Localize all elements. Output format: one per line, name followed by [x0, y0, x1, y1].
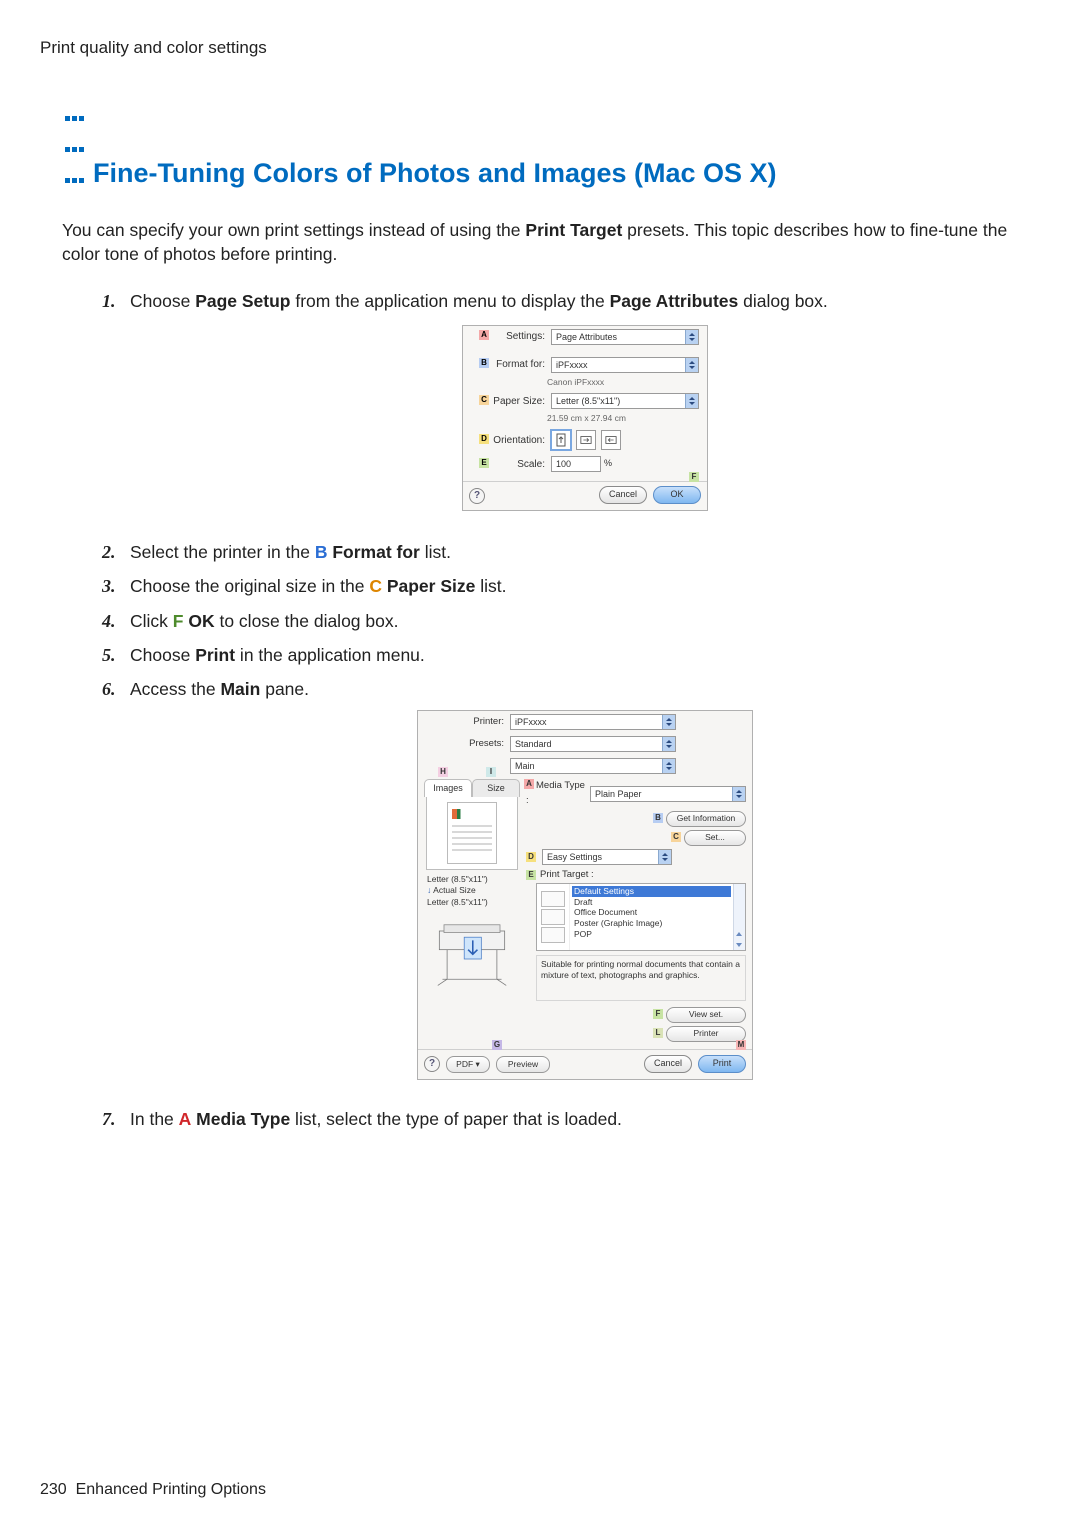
- set-button[interactable]: C Set...: [684, 830, 746, 846]
- target-item-office[interactable]: Office Document: [572, 907, 731, 918]
- letter-tag-a: A: [479, 330, 489, 340]
- page-preview: [426, 797, 518, 870]
- orientation-group: [551, 430, 621, 450]
- letter-tag-m: M: [736, 1040, 746, 1050]
- format-for-combo[interactable]: iPFxxxx: [551, 357, 699, 373]
- letter-tag-i: I: [486, 767, 496, 777]
- letter-tag-f: F: [689, 472, 699, 482]
- settings-combo[interactable]: Page Attributes: [551, 329, 699, 345]
- down-arrow-icon: ↓: [427, 885, 431, 895]
- print-target-label: Print Target :: [540, 868, 594, 882]
- view-set-button[interactable]: F View set.: [666, 1007, 746, 1023]
- presets-label: Presets:: [426, 737, 510, 751]
- print-cancel-button[interactable]: Cancel: [644, 1055, 692, 1073]
- page-number: 230: [40, 1481, 67, 1498]
- printer-illustration: [427, 914, 517, 990]
- target-item-draft[interactable]: Draft: [572, 897, 731, 908]
- target-item-pop[interactable]: POP: [572, 929, 731, 940]
- tab-images[interactable]: Images: [424, 779, 472, 797]
- breadcrumb: Print quality and color settings: [40, 38, 1040, 58]
- tab-size[interactable]: Size: [472, 779, 520, 797]
- easy-settings-combo[interactable]: Easy Settings: [542, 849, 672, 865]
- presets-combo[interactable]: Standard: [510, 736, 676, 752]
- print-target-thumbs: [537, 884, 570, 950]
- steps-list: Choose Page Setup from the application m…: [102, 288, 1040, 1140]
- step-7: In the A Media Type list, select the typ…: [102, 1106, 1040, 1140]
- step-1: Choose Page Setup from the application m…: [102, 288, 1040, 539]
- step-3: Choose the original size in the C Paper …: [102, 573, 1040, 607]
- printer-combo[interactable]: iPFxxxx: [510, 714, 676, 730]
- footer-section: Enhanced Printing Options: [76, 1481, 266, 1498]
- letter-tag-e: E: [479, 458, 489, 468]
- letter-tag-b: B: [479, 358, 489, 368]
- orientation-landscape-right[interactable]: [601, 430, 621, 450]
- paper-size-sub: 21.59 cm x 27.94 cm: [543, 412, 707, 427]
- title-text: Fine-Tuning Colors of Photos and Images …: [93, 158, 777, 188]
- cancel-button[interactable]: Cancel: [599, 486, 647, 504]
- orientation-landscape-left[interactable]: [576, 430, 596, 450]
- help-icon-2[interactable]: ?: [424, 1056, 440, 1072]
- ok-button[interactable]: OK: [653, 486, 701, 504]
- pane-combo[interactable]: Main: [510, 758, 676, 774]
- format-for-sub: Canon iPFxxxx: [543, 376, 707, 391]
- page-title: Fine-Tuning Colors of Photos and Images …: [40, 98, 1040, 191]
- page-footer: 230 Enhanced Printing Options: [40, 1481, 266, 1499]
- get-information-button[interactable]: B Get Information: [666, 811, 746, 827]
- letter-tag-h: H: [438, 767, 448, 777]
- letter-tag-f2: F: [653, 1009, 663, 1019]
- letter-tag-e2: E: [526, 870, 536, 880]
- letter-tag-g: G: [492, 1040, 502, 1050]
- step-5: Choose Print in the application menu.: [102, 642, 1040, 676]
- grid-icon: [64, 98, 85, 191]
- scrollbar[interactable]: [733, 884, 745, 950]
- letter-tag-c2: C: [671, 832, 681, 842]
- scale-input[interactable]: 100: [551, 456, 601, 472]
- print-target-description: Suitable for printing normal documents t…: [536, 955, 746, 1001]
- print-dialog: Printer: iPFxxxx Presets: Standard Main …: [417, 710, 753, 1080]
- printer-button[interactable]: L Printer: [666, 1026, 746, 1042]
- printer-label: Printer:: [426, 715, 510, 729]
- letter-tag-c: C: [479, 395, 489, 405]
- help-icon[interactable]: ?: [469, 488, 485, 504]
- page-setup-dialog: ASettings: Page Attributes BFormat for: …: [462, 325, 708, 512]
- paper-size-combo[interactable]: Letter (8.5"x11"): [551, 393, 699, 409]
- target-item-poster[interactable]: Poster (Graphic Image): [572, 918, 731, 929]
- letter-tag-b2: B: [653, 813, 663, 823]
- preview-tabs: H I Images Size: [424, 779, 520, 797]
- pdf-menu-button[interactable]: PDF ▾: [446, 1056, 490, 1073]
- letter-tag-a2: A: [524, 779, 534, 789]
- intro-paragraph: You can specify your own print settings …: [62, 219, 1040, 266]
- step-2: Select the printer in the B Format for l…: [102, 539, 1040, 573]
- step-4: Click F OK to close the dialog box.: [102, 608, 1040, 642]
- letter-tag-l: L: [653, 1028, 663, 1038]
- print-target-list[interactable]: Default Settings Draft Office Document P…: [536, 883, 746, 951]
- print-button[interactable]: Print: [698, 1055, 746, 1073]
- letter-tag-d: D: [479, 434, 489, 444]
- orientation-portrait[interactable]: [551, 430, 571, 450]
- letter-tag-d2: D: [526, 852, 536, 862]
- step-6: Access the Main pane. Printer: iPFxxxx P…: [102, 676, 1040, 1106]
- scale-percent: %: [604, 457, 612, 471]
- page-info: Letter (8.5"x11") ↓ Actual Size Letter (…: [427, 874, 517, 908]
- target-item-default[interactable]: Default Settings: [572, 886, 731, 897]
- preview-button[interactable]: Preview: [496, 1056, 550, 1073]
- media-type-combo[interactable]: Plain Paper: [590, 786, 746, 802]
